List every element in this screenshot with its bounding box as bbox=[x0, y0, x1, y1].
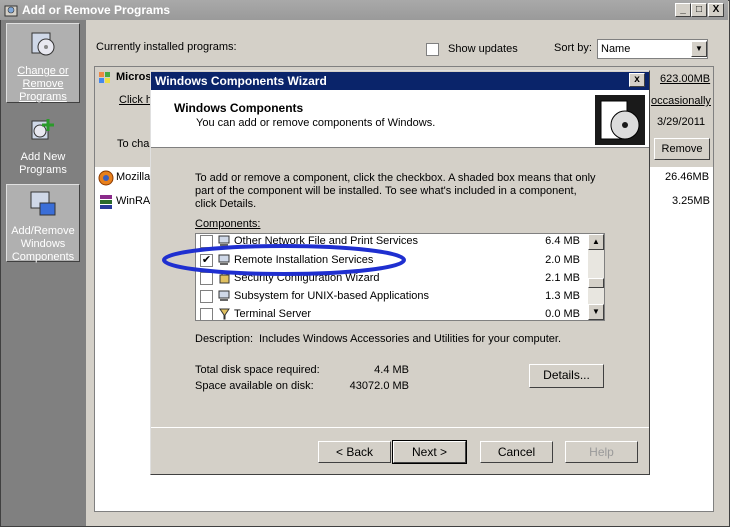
wizard-close-button[interactable]: x bbox=[629, 73, 645, 87]
window-titlebar[interactable]: Add or Remove Programs _ □ X bbox=[0, 0, 728, 20]
firefox-icon bbox=[98, 170, 114, 189]
component-size: 2.0 MB bbox=[545, 254, 580, 266]
scroll-down-icon[interactable]: ▼ bbox=[588, 304, 604, 320]
components-scrollbar[interactable]: ▲ ▼ bbox=[588, 234, 604, 320]
component-size: 1.3 MB bbox=[545, 290, 580, 302]
nav-label-add: Add New Programs bbox=[19, 151, 67, 176]
components-label: Components: bbox=[195, 218, 261, 230]
window-title: Add or Remove Programs bbox=[22, 3, 171, 17]
component-row[interactable]: Subsystem for UNIX-based Applications 1.… bbox=[196, 288, 588, 306]
component-icon bbox=[218, 290, 231, 302]
program-name: Mozilla bbox=[116, 171, 151, 183]
program-name: WinRA bbox=[116, 195, 151, 207]
details-button[interactable]: Details... bbox=[529, 364, 604, 388]
wizard-heading: Windows Components bbox=[174, 101, 304, 115]
program-size: 3.25MB bbox=[672, 195, 710, 207]
change-text: To cha bbox=[117, 138, 150, 150]
component-icon bbox=[218, 308, 231, 320]
wizard-title: Windows Components Wizard bbox=[155, 74, 327, 88]
component-checkbox[interactable] bbox=[200, 290, 213, 303]
office-icon bbox=[98, 71, 112, 88]
add-programs-icon bbox=[6, 115, 80, 149]
wizard-subheading: You can add or remove components of Wind… bbox=[196, 117, 436, 129]
component-row[interactable]: Terminal Server 0.0 MB bbox=[196, 306, 588, 320]
program-size: 26.46MB bbox=[665, 171, 710, 183]
program-used[interactable]: occasionally bbox=[651, 95, 711, 107]
description-label: Description: bbox=[195, 333, 254, 345]
nav-label-change: Change or Remove Programs bbox=[17, 65, 69, 103]
wizard-divider bbox=[151, 427, 649, 428]
component-size: 0.0 MB bbox=[545, 308, 580, 320]
maximize-button[interactable]: □ bbox=[691, 3, 707, 17]
show-updates-checkbox[interactable] bbox=[426, 43, 439, 56]
remove-button[interactable]: Remove bbox=[654, 138, 710, 160]
program-last-used: 3/29/2011 bbox=[657, 116, 706, 128]
nav-label-components: Add/Remove Windows Components bbox=[11, 225, 75, 263]
sort-by-label: Sort by: bbox=[554, 42, 592, 54]
total-space-value: 4.4 MB bbox=[374, 364, 409, 376]
program-name: Micros bbox=[116, 71, 152, 83]
change-programs-icon bbox=[7, 29, 79, 63]
nav-change-remove-programs[interactable]: Change or Remove Programs bbox=[6, 23, 80, 103]
minimize-button[interactable]: _ bbox=[675, 3, 691, 17]
nav-add-remove-windows-components[interactable]: Add/Remove Windows Components bbox=[6, 184, 80, 263]
scroll-thumb[interactable] bbox=[588, 278, 604, 288]
wizard-header: Windows Components You can add or remove… bbox=[151, 90, 649, 148]
available-space-value: 43072.0 MB bbox=[349, 380, 409, 392]
show-updates-label: Show updates bbox=[448, 43, 518, 55]
next-button[interactable]: Next > bbox=[392, 440, 467, 464]
component-size: 2.1 MB bbox=[545, 272, 580, 284]
components-cd-icon bbox=[595, 95, 645, 148]
windows-components-icon bbox=[7, 189, 79, 223]
winrar-icon bbox=[98, 194, 114, 213]
available-space-label: Space available on disk: bbox=[195, 380, 314, 392]
close-button[interactable]: X bbox=[708, 3, 724, 17]
component-checkbox[interactable] bbox=[200, 308, 213, 320]
left-nav: Change or Remove Programs Add New Progra… bbox=[1, 20, 86, 526]
component-name: Subsystem for UNIX-based Applications bbox=[234, 290, 430, 302]
wizard-titlebar[interactable]: Windows Components Wizard x bbox=[151, 72, 649, 90]
sort-by-value: Name bbox=[601, 43, 631, 55]
back-button[interactable]: < Back bbox=[318, 441, 391, 463]
sort-by-select[interactable]: Name ▼ bbox=[597, 39, 708, 59]
wizard-instructions: To add or remove a component, click the … bbox=[195, 172, 596, 210]
chevron-down-icon[interactable]: ▼ bbox=[691, 41, 707, 57]
cancel-button[interactable]: Cancel bbox=[480, 441, 553, 463]
click-here-link[interactable]: Click h bbox=[119, 94, 152, 106]
highlight-ellipse bbox=[162, 244, 406, 276]
help-button[interactable]: Help bbox=[565, 441, 638, 463]
program-size: 623.00MB bbox=[660, 73, 711, 85]
app-icon bbox=[4, 3, 19, 20]
scroll-up-icon[interactable]: ▲ bbox=[588, 234, 604, 250]
installed-programs-label: Currently installed programs: bbox=[96, 41, 237, 53]
component-name: Terminal Server bbox=[234, 308, 312, 320]
description-text: Includes Windows Accessories and Utiliti… bbox=[259, 333, 562, 345]
component-size: 6.4 MB bbox=[545, 235, 580, 247]
nav-add-new-programs[interactable]: Add New Programs bbox=[6, 115, 80, 176]
total-space-label: Total disk space required: bbox=[195, 364, 320, 376]
